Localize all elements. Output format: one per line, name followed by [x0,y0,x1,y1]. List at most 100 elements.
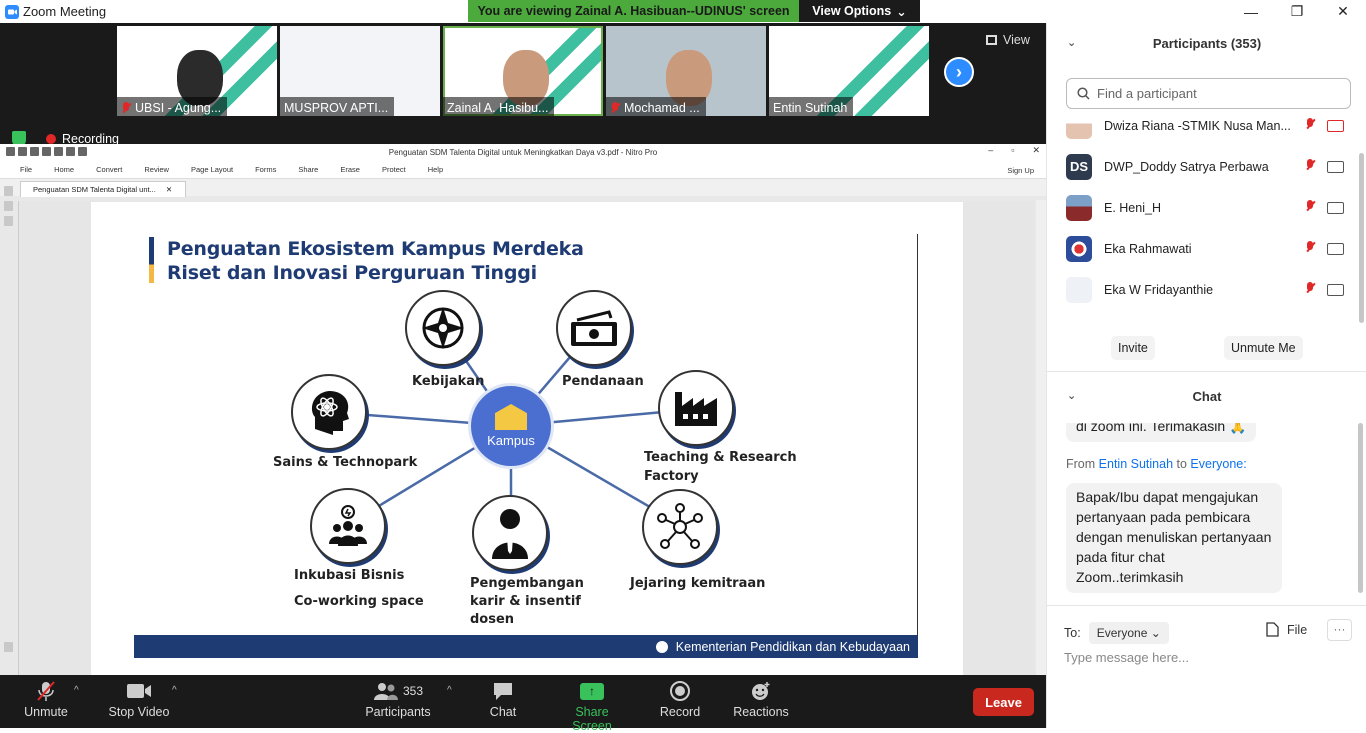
video-thumbnail[interactable]: Zainal A. Hasibu... [443,26,603,116]
video-thumbnail[interactable]: Entin Sutinah [769,26,929,116]
video-thumbnail[interactable]: UBSI - Agung... [117,26,277,116]
recipient-select-value: Everyone [1096,626,1148,640]
kebijakan-node [405,290,481,366]
more-options-button[interactable]: ··· [1327,619,1352,641]
restore-button[interactable]: ❐ [1274,0,1320,23]
chat-button[interactable]: Chat [489,681,517,719]
participants-button[interactable]: 353 Participants [365,681,431,719]
view-button[interactable]: View [986,33,1030,47]
hub-label: Kampus [487,433,535,448]
pengembangan-label-line2: karir & insentif [470,594,581,609]
to-label: To: [1064,626,1081,640]
compass-icon [422,307,464,349]
document-scrollbar[interactable] [1036,200,1046,675]
sign-up-link[interactable]: Sign Up [1007,166,1034,175]
bookmarks-panel-icon[interactable] [4,201,13,211]
menu-review[interactable]: Review [144,165,169,174]
video-icon[interactable] [1327,201,1344,214]
video-icon[interactable] [1327,242,1344,255]
reactions-button[interactable]: Reactions [733,681,789,719]
menu-forms[interactable]: Forms [255,165,276,174]
menu-help[interactable]: Help [428,165,443,174]
muted-mic-icon[interactable] [1305,117,1319,134]
document-tab[interactable]: Penguatan SDM Talenta Digital unt... ✕ [20,181,186,197]
view-label: View [1003,33,1030,47]
menu-convert[interactable]: Convert [96,165,122,174]
leave-button[interactable]: Leave [973,688,1034,716]
close-tab-icon[interactable]: ✕ [166,185,172,194]
video-icon[interactable] [1327,160,1344,173]
menu-page-layout[interactable]: Page Layout [191,165,233,174]
minimize-button[interactable]: — [1228,0,1274,23]
menu-home[interactable]: Home [54,165,74,174]
video-thumbnail[interactable]: MUSPROV APTI... [280,26,440,116]
recipient-name: Everyone: [1190,457,1247,471]
participants-scrollbar[interactable] [1359,153,1364,323]
participant-row[interactable]: E. Heni_H [1047,187,1366,228]
next-page-button[interactable]: › [944,57,974,87]
nitro-window-title: Penguatan SDM Talenta Digital untuk Meni… [388,148,658,157]
participant-search-input[interactable]: Find a participant [1066,78,1351,109]
thumbnail-label: Zainal A. Hasibu... [443,97,555,116]
chat-scrollbar[interactable] [1358,423,1363,593]
collapse-participants-chevron-icon[interactable]: ⌄ [1067,36,1076,49]
participant-row[interactable]: Eka Rahmawati [1047,228,1366,269]
record-dot-icon [46,134,56,144]
muted-mic-icon[interactable] [1305,199,1319,216]
participants-options-caret[interactable]: ^ [447,685,452,696]
unmute-button[interactable]: Unmute [24,681,68,719]
attachments-panel-icon[interactable] [4,216,13,226]
comments-panel-icon[interactable] [4,642,13,652]
share-screen-button[interactable]: ↑ Share Screen [556,681,628,733]
grid-icon [986,35,997,45]
chat-message-input[interactable]: Type message here... [1064,650,1189,665]
muted-mic-icon[interactable] [1305,158,1319,175]
menu-file[interactable]: File [20,165,32,174]
muted-mic-icon[interactable] [1305,240,1319,257]
nitro-window-buttons: – ▫ ✕ [988,145,1040,155]
jejaring-label: Jejaring kemitraan [630,576,766,591]
document-tabs: Penguatan SDM Talenta Digital unt... ✕ [0,178,1046,197]
video-off-icon[interactable] [1327,119,1344,132]
pages-panel-icon[interactable] [4,186,13,196]
menu-protect[interactable]: Protect [382,165,406,174]
invite-button[interactable]: Invite [1111,336,1155,360]
recipient-select[interactable]: Everyone ⌄ [1088,622,1169,644]
file-button[interactable]: File [1266,622,1307,637]
avatar [1066,276,1092,303]
audio-options-caret[interactable]: ^ [74,685,79,696]
thumbnail-label: UBSI - Agung... [117,97,228,116]
view-options-button[interactable]: View Options ⌄ [799,0,920,22]
divider [1047,371,1366,372]
video-options-caret[interactable]: ^ [172,685,177,696]
chat-recipient: To: Everyone ⌄ [1064,622,1169,644]
participant-row[interactable]: DS DWP_Doddy Satrya Perbawa [1047,146,1366,187]
video-icon[interactable] [1327,283,1344,296]
stop-video-button[interactable]: Stop Video [108,681,170,719]
money-icon [571,310,617,346]
participant-row[interactable]: Eka W Fridayanthie [1047,269,1366,310]
unmute-me-button[interactable]: Unmute Me [1224,336,1303,360]
sender-name[interactable]: Entin Sutinah [1099,457,1173,471]
participant-name: DWP_Doddy Satrya Perbawa [1104,159,1269,174]
chat-label: Chat [489,705,517,719]
inkubasi-label-line1: Inkubasi Bisnis [294,568,405,583]
menu-share[interactable]: Share [298,165,318,174]
zoom-logo-icon [5,5,19,19]
chat-message: Bapak/Ibu dapat mengajukan pertanyaan pa… [1066,483,1282,593]
chat-message: di zoom ini. Terimakasih 🙏 [1066,423,1257,442]
muted-mic-icon[interactable] [1305,281,1319,298]
sains-label: Sains & Technopark [273,455,418,470]
close-button[interactable]: ✕ [1320,0,1366,23]
menu-erase[interactable]: Erase [340,165,360,174]
slide: Penguatan Ekosistem Kampus Merdeka Riset… [134,234,918,658]
collapse-chat-chevron-icon[interactable]: ⌄ [1067,389,1076,402]
video-camera-icon [126,681,152,701]
chevron-down-icon: ⌄ [896,4,907,19]
businessman-icon [492,509,528,559]
video-thumbnail[interactable]: Mochamad ... [606,26,766,116]
record-button[interactable]: Record [660,681,700,719]
meeting-toolbar: Unmute ^ Stop Video ^ 353 Participants ^… [0,675,1046,733]
participant-row[interactable]: Dwiza Riana -STMIK Nusa Man... [1047,116,1366,146]
muted-mic-icon [610,101,620,114]
